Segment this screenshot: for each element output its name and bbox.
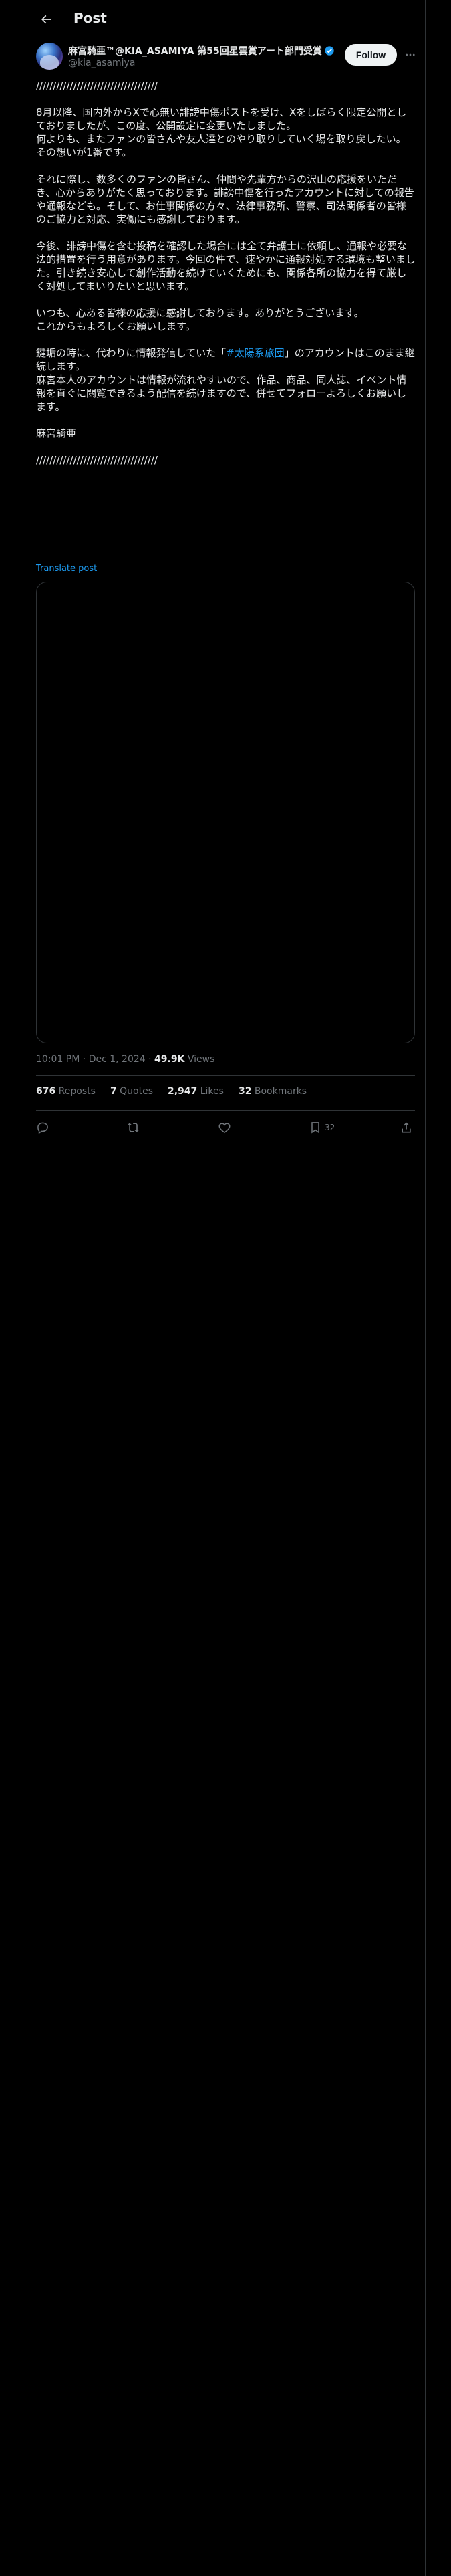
reposts-label: Reposts <box>55 1086 96 1097</box>
meta-separator: · <box>80 1054 89 1065</box>
post-time[interactable]: 10:01 PM <box>36 1054 80 1065</box>
post-paragraph: //////////////////////////////////// <box>36 80 158 92</box>
views-count: 49.9K <box>154 1054 185 1065</box>
post-paragraph: 今後、誹謗中傷を含む投稿を確認した場合には全て弁護士に依頼し、通報や必要な法的措… <box>36 240 416 292</box>
post-signature: 麻宮騎亜 <box>36 427 77 439</box>
back-button[interactable] <box>35 8 57 31</box>
post-paragraph: いつも、心ある皆様の応援に感謝しております。ありがとうございます。 これからもよ… <box>36 307 364 332</box>
action-bar: 32 <box>36 1121 415 1140</box>
bookmarks-count: 32 <box>238 1086 252 1097</box>
bookmarks-label: Bookmarks <box>251 1086 307 1097</box>
share-icon <box>402 1122 411 1133</box>
quotes-stat[interactable]: 7 Quotes <box>110 1086 153 1097</box>
views-label: Views <box>184 1054 215 1065</box>
hashtag-link[interactable]: #太陽系旅団 <box>226 347 285 359</box>
page-title: Post <box>73 10 107 26</box>
repost-icon <box>128 1123 139 1132</box>
post-paragraph: 8月以降、国内外からXで心無い誹謗中傷ポストを受け、Xをしばらく限定公開としてお… <box>36 106 407 158</box>
post-text: //////////////////////////////////// 8月以… <box>36 79 416 480</box>
share-button[interactable] <box>400 1121 413 1134</box>
bookmarks-stat[interactable]: 32 Bookmarks <box>239 1086 307 1097</box>
main-column: Post 麻宮騎亜™@KIA_ASAMIYA 第55回星雲賞アート部門受賞 @k… <box>25 0 426 2576</box>
follow-button[interactable]: Follow <box>345 44 397 66</box>
post-paragraph: 鍵垢の時に、代わりに情報発信していた「#太陽系旅団」のアカウントはこのまま継続し… <box>36 346 416 413</box>
divider <box>36 1110 415 1111</box>
author-handle[interactable]: @kia_asamiya <box>68 58 135 68</box>
reply-button[interactable] <box>36 1121 49 1134</box>
reply-icon <box>37 1122 48 1134</box>
heart-icon <box>218 1123 231 1133</box>
meta-separator: · <box>145 1054 155 1065</box>
reposts-stat[interactable]: 676 Reposts <box>36 1086 96 1097</box>
reposts-count: 676 <box>36 1086 56 1097</box>
quotes-label: Quotes <box>116 1086 153 1097</box>
more-button[interactable] <box>401 45 420 64</box>
engagement-stats: 676 Reposts 7 Quotes 2,947 Likes 32 Book… <box>36 1086 307 1097</box>
more-icon <box>406 53 415 56</box>
media-attachment[interactable] <box>36 582 415 1043</box>
post-text-segment: 鍵垢の時に、代わりに情報発信していた「 <box>36 347 227 359</box>
bookmark-button[interactable]: 32 <box>309 1121 335 1134</box>
post-date[interactable]: Dec 1, 2024 <box>89 1054 146 1065</box>
post-meta: 10:01 PM · Dec 1, 2024 · 49.9K Views <box>36 1054 214 1065</box>
repost-button[interactable] <box>127 1121 140 1134</box>
post-paragraph: それに際し、数多くのファンの皆さん、仲間や先輩方からの沢山の応援をいただき、心か… <box>36 173 414 225</box>
bookmark-count: 32 <box>325 1123 335 1132</box>
like-button[interactable] <box>218 1121 231 1134</box>
post-paragraph: //////////////////////////////////// <box>36 454 158 466</box>
bookmark-icon <box>311 1122 319 1134</box>
avatar[interactable] <box>36 43 63 70</box>
likes-label: Likes <box>197 1086 224 1097</box>
quotes-count: 7 <box>110 1086 117 1097</box>
top-bar: Post <box>25 0 425 37</box>
translate-post-link[interactable]: Translate post <box>36 564 97 574</box>
divider <box>36 1075 415 1076</box>
likes-count: 2,947 <box>168 1086 198 1097</box>
verified-badge-icon <box>324 45 335 59</box>
author-display-name[interactable]: 麻宮騎亜™@KIA_ASAMIYA 第55回星雲賞アート部門受賞 <box>68 46 322 57</box>
likes-stat[interactable]: 2,947 Likes <box>168 1086 224 1097</box>
author-name-row[interactable]: 麻宮騎亜™@KIA_ASAMIYA 第55回星雲賞アート部門受賞 <box>68 44 349 59</box>
back-arrow-icon <box>41 15 51 24</box>
